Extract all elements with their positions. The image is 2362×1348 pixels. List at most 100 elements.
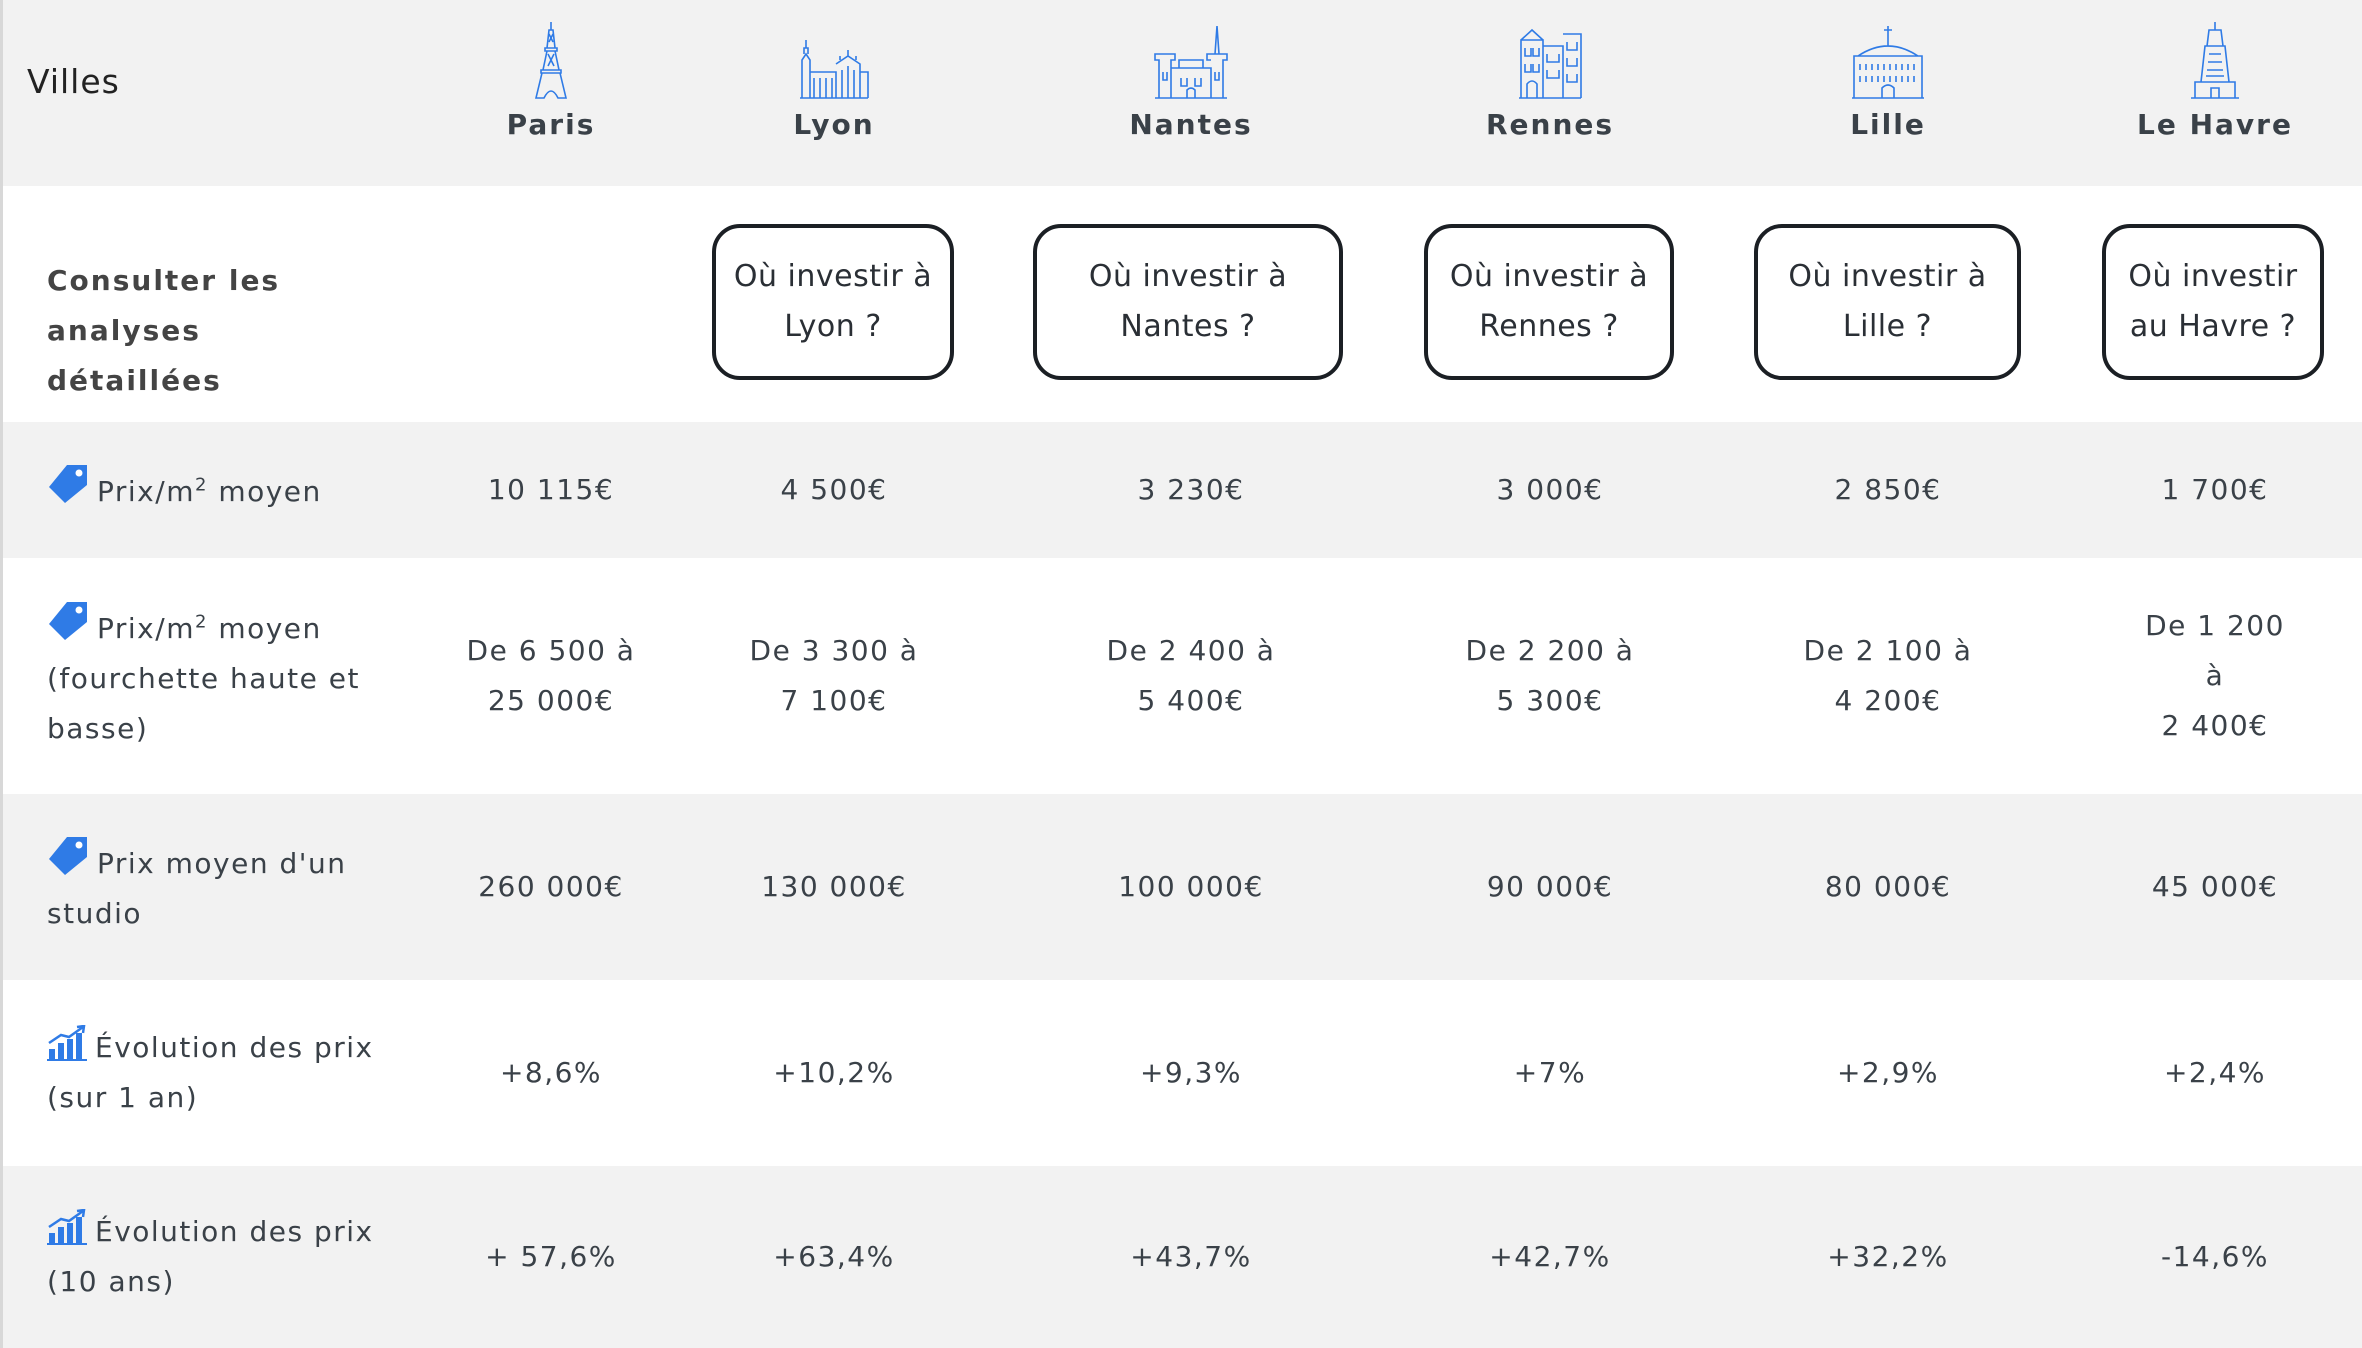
prix-m2-le-havre: 1 700€ bbox=[2161, 473, 2269, 506]
investir-le-havre-button[interactable]: Où investir au Havre ? bbox=[2102, 224, 2324, 380]
button-text-line2: Rennes ? bbox=[1479, 309, 1619, 344]
label-line3: basse) bbox=[47, 712, 149, 745]
range-line1: De 2 400 à bbox=[1106, 634, 1276, 667]
evolution-10-ans-row: Évolution des prix (10 ans) + 57,6% +63,… bbox=[3, 1166, 2362, 1348]
evol-1an-lille: +2,9% bbox=[1836, 1056, 1940, 1089]
range-line2: 5 400€ bbox=[1137, 684, 1245, 717]
header-row: Villes Paris Lyon Nantes Rennes Lille Le… bbox=[3, 0, 2362, 186]
range-line1: De 1 200 à bbox=[2145, 609, 2285, 692]
button-text-line1: Où investir bbox=[2128, 259, 2298, 294]
city-name-le-havre: Le Havre bbox=[2137, 108, 2293, 141]
evolution-1-an-row: Évolution des prix (sur 1 an) +8,6% +10,… bbox=[3, 980, 2362, 1166]
evol-10ans-lyon: +63,4% bbox=[773, 1240, 895, 1273]
range-line1: De 2 200 à bbox=[1465, 634, 1635, 667]
city-name-rennes: Rennes bbox=[1485, 108, 1615, 141]
fourchette-nantes: De 2 400 à 5 400€ bbox=[1107, 558, 1276, 794]
range-line1: De 3 300 à bbox=[749, 634, 919, 667]
label-line2: (10 ans) bbox=[47, 1265, 175, 1298]
city-name-nantes: Nantes bbox=[1129, 108, 1253, 141]
range-line1: De 2 100 à bbox=[1803, 634, 1973, 667]
price-tag-icon bbox=[49, 837, 87, 875]
button-text-line2: Lille ? bbox=[1842, 309, 1933, 344]
button-text-line1: Où investir à bbox=[1088, 259, 1288, 294]
studio-rennes: 90 000€ bbox=[1486, 870, 1614, 903]
studio-lyon: 130 000€ bbox=[761, 870, 907, 903]
le-havre-tower-icon bbox=[2191, 22, 2239, 99]
investir-rennes-button[interactable]: Où investir à Rennes ? bbox=[1424, 224, 1674, 380]
label-text: Prix/m bbox=[97, 612, 195, 645]
city-le-havre: Le Havre bbox=[2085, 0, 2345, 141]
label-text-post: moyen bbox=[207, 475, 322, 508]
label-line1: Prix moyen d'un bbox=[97, 847, 347, 880]
fourchette-rennes: De 2 200 à 5 300€ bbox=[1466, 558, 1635, 794]
range-line2: 5 300€ bbox=[1496, 684, 1604, 717]
lyon-cathedral-icon bbox=[800, 40, 869, 99]
investir-lille-button[interactable]: Où investir à Lille ? bbox=[1754, 224, 2021, 380]
rennes-building-icon bbox=[1519, 28, 1582, 99]
city-paris: Paris bbox=[421, 0, 681, 141]
fourchette-paris: De 6 500 à 25 000€ bbox=[467, 558, 636, 794]
evol-1an-paris: +8,6% bbox=[499, 1056, 603, 1089]
studio-row: Prix moyen d'un studio 260 000€ 130 000€… bbox=[3, 794, 2362, 980]
evol-1an-lyon: +10,2% bbox=[773, 1056, 895, 1089]
investir-lyon-button[interactable]: Où investir à Lyon ? bbox=[712, 224, 954, 380]
studio-label: Prix moyen d'un studio bbox=[47, 794, 377, 980]
prix-m2-lyon: 4 500€ bbox=[780, 473, 888, 506]
evol-1an-le-havre: +2,4% bbox=[2163, 1056, 2267, 1089]
range-line2: 25 000€ bbox=[487, 684, 615, 717]
price-tag-icon bbox=[49, 602, 87, 640]
villes-label: Villes bbox=[27, 62, 120, 101]
label-line1: Évolution des prix bbox=[95, 1031, 374, 1064]
prix-m2-lille: 2 850€ bbox=[1834, 473, 1942, 506]
range-line2: 2 400€ bbox=[2161, 709, 2269, 742]
evol-1an-rennes: +7% bbox=[1513, 1056, 1587, 1089]
analyses-label-line1: Consulter les bbox=[47, 264, 281, 297]
city-name-lille: Lille bbox=[1850, 108, 1926, 141]
evol-10ans-rennes: +42,7% bbox=[1489, 1240, 1611, 1273]
label-sup: 2 bbox=[194, 611, 208, 633]
button-text-line1: Où investir à bbox=[733, 259, 933, 294]
studio-le-havre: 45 000€ bbox=[2151, 870, 2279, 903]
city-name-lyon: Lyon bbox=[793, 108, 875, 141]
evolution-1-an-label: Évolution des prix (sur 1 an) bbox=[47, 980, 377, 1166]
button-text-line1: Où investir à bbox=[1449, 259, 1649, 294]
lille-belfry-icon bbox=[1852, 26, 1924, 99]
button-text-line2: Lyon ? bbox=[784, 309, 882, 344]
label-sup: 2 bbox=[194, 474, 208, 496]
fourchette-label: Prix/m2 moyen (fourchette haute et basse… bbox=[47, 600, 377, 794]
city-name-paris: Paris bbox=[506, 108, 596, 141]
label-text: Prix/m bbox=[97, 475, 195, 508]
city-nantes: Nantes bbox=[1061, 0, 1321, 141]
fourchette-le-havre: De 1 200 à 2 400€ bbox=[2142, 558, 2289, 794]
button-text-line2: au Havre ? bbox=[2129, 309, 2297, 344]
fourchette-lyon: De 3 300 à 7 100€ bbox=[750, 558, 919, 794]
prix-m2-paris: 10 115€ bbox=[487, 473, 615, 506]
fourchette-lille: De 2 100 à 4 200€ bbox=[1804, 558, 1973, 794]
studio-paris: 260 000€ bbox=[478, 870, 624, 903]
nantes-castle-icon bbox=[1154, 25, 1228, 99]
button-text-line2: Nantes ? bbox=[1120, 309, 1256, 344]
city-lille: Lille bbox=[1758, 0, 2018, 141]
analyses-label-line2: analyses détaillées bbox=[47, 314, 222, 397]
evol-10ans-nantes: +43,7% bbox=[1130, 1240, 1252, 1273]
evol-10ans-lille: +32,2% bbox=[1827, 1240, 1949, 1273]
fourchette-row: Prix/m2 moyen (fourchette haute et basse… bbox=[3, 558, 2362, 794]
eiffel-tower-icon bbox=[534, 22, 568, 99]
city-lyon: Lyon bbox=[704, 0, 964, 141]
label-line2: (sur 1 an) bbox=[47, 1081, 199, 1114]
label-line2: studio bbox=[47, 897, 142, 930]
prix-m2-rennes: 3 000€ bbox=[1496, 473, 1604, 506]
studio-lille: 80 000€ bbox=[1824, 870, 1952, 903]
range-line1: De 6 500 à bbox=[466, 634, 636, 667]
range-line2: 7 100€ bbox=[780, 684, 888, 717]
label-line1: Évolution des prix bbox=[95, 1215, 374, 1248]
label-line2: (fourchette haute et bbox=[47, 662, 360, 695]
price-tag-icon bbox=[49, 465, 87, 503]
investir-nantes-button[interactable]: Où investir à Nantes ? bbox=[1033, 224, 1343, 380]
studio-nantes: 100 000€ bbox=[1118, 870, 1264, 903]
evol-10ans-le-havre: -14,6% bbox=[2160, 1240, 2270, 1273]
growth-chart-icon bbox=[47, 1025, 87, 1061]
prix-m2-label: Prix/m2 moyen bbox=[47, 422, 377, 558]
label-text-post: moyen bbox=[207, 612, 322, 645]
evol-1an-nantes: +9,3% bbox=[1139, 1056, 1243, 1089]
